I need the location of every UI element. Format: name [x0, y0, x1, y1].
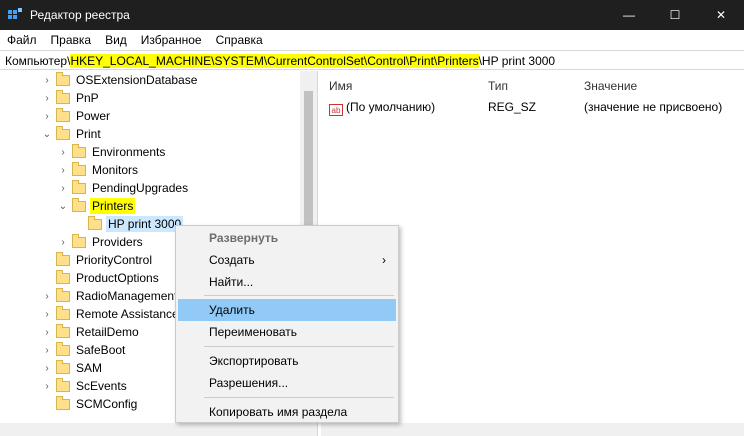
tree-item[interactable]: › OSExtensionDatabase	[40, 71, 199, 89]
folder-icon	[56, 269, 70, 284]
address-suffix: \HP print 3000	[478, 54, 556, 68]
tree-item-printers[interactable]: ⌄ Printers	[56, 197, 136, 215]
folder-icon	[88, 215, 102, 230]
tree-item[interactable]: › SAM	[40, 359, 104, 377]
menu-edit[interactable]: Правка	[44, 30, 99, 50]
expand-icon[interactable]: ›	[40, 107, 54, 125]
menu-favorites[interactable]: Избранное	[134, 30, 209, 50]
tree-item[interactable]: › Monitors	[56, 161, 140, 179]
folder-icon	[56, 287, 70, 302]
menu-view[interactable]: Вид	[98, 30, 134, 50]
folder-icon	[56, 359, 70, 374]
expand-icon[interactable]: ›	[40, 359, 54, 377]
menu-separator	[204, 295, 394, 296]
menu-item-find[interactable]: Найти...	[178, 271, 396, 293]
folder-icon	[72, 233, 86, 248]
folder-icon	[72, 179, 86, 194]
close-button[interactable]: ✕	[698, 0, 744, 30]
title-bar[interactable]: Редактор реестра — ☐ ✕	[0, 0, 744, 30]
tree-item[interactable]: › Providers	[56, 233, 145, 251]
column-header-value[interactable]: Значение	[584, 79, 637, 93]
tree-item[interactable]: ProductOptions	[40, 269, 161, 287]
expand-icon[interactable]: ›	[56, 161, 70, 179]
tree-item[interactable]: › PnP	[40, 89, 101, 107]
tree-item[interactable]: SCMConfig	[40, 395, 139, 413]
menu-item-export[interactable]: Экспортировать	[178, 350, 396, 372]
menu-item-new[interactable]: Создать ›	[178, 249, 396, 271]
expand-icon[interactable]: ›	[40, 341, 54, 359]
tree-item[interactable]: › RadioManagement	[40, 287, 179, 305]
folder-icon	[56, 89, 70, 104]
menu-separator	[204, 346, 394, 347]
folder-icon	[56, 71, 70, 86]
list-item-value: (значение не присвоено)	[584, 100, 723, 114]
menu-item-permissions[interactable]: Разрешения...	[178, 372, 396, 394]
tree-item[interactable]: › SafeBoot	[40, 341, 127, 359]
folder-icon	[72, 161, 86, 176]
address-highlighted: HKEY_LOCAL_MACHINE\SYSTEM\CurrentControl…	[70, 54, 479, 68]
tree-item[interactable]: › Power	[40, 107, 112, 125]
tree-item[interactable]: PriorityControl	[40, 251, 154, 269]
address-prefix: Компьютер\	[5, 54, 71, 68]
collapse-icon[interactable]: ⌄	[56, 197, 70, 215]
menu-item-rename[interactable]: Переименовать	[178, 321, 396, 343]
expand-icon[interactable]: ›	[40, 377, 54, 395]
menu-item-expand: Развернуть	[209, 231, 279, 245]
folder-icon	[56, 305, 70, 320]
tree-item[interactable]: ⌄ Print	[40, 125, 103, 143]
menu-item-copy-key-name[interactable]: Копировать имя раздела	[178, 401, 396, 423]
folder-icon	[56, 377, 70, 392]
column-header-type[interactable]: Тип	[488, 79, 508, 93]
context-menu: Развернуть Создать › Найти... Удалить Пер…	[175, 225, 399, 423]
expand-icon[interactable]: ›	[56, 179, 70, 197]
tree-item[interactable]: › Environments	[56, 143, 167, 161]
menu-item-delete[interactable]: Удалить	[178, 299, 396, 321]
column-header-name[interactable]: Имя	[329, 79, 352, 93]
list-item-type: REG_SZ	[488, 100, 537, 114]
tree-item-hp-print-3000[interactable]: HP print 3000	[72, 215, 184, 233]
folder-icon	[56, 395, 70, 410]
tree-item[interactable]: › PendingUpgrades	[56, 179, 190, 197]
folder-icon	[56, 107, 70, 122]
maximize-button[interactable]: ☐	[652, 0, 698, 30]
registry-editor-icon	[8, 8, 22, 19]
expand-icon[interactable]: ›	[40, 89, 54, 107]
expand-icon[interactable]: ›	[40, 323, 54, 341]
maximize-icon: ☐	[669, 8, 681, 22]
menu-separator	[204, 397, 394, 398]
address-path[interactable]: Компьютер\HKEY_LOCAL_MACHINE\SYSTEM\Curr…	[5, 54, 555, 68]
tree-item[interactable]: › RetailDemo	[40, 323, 141, 341]
chevron-right-icon: ›	[382, 253, 386, 267]
folder-icon	[56, 323, 70, 338]
minimize-button[interactable]: —	[606, 0, 652, 30]
minimize-icon: —	[623, 8, 635, 22]
tree-item[interactable]: › Remote Assistance	[40, 305, 181, 323]
close-icon: ✕	[715, 8, 727, 22]
string-value-icon: ab	[329, 104, 343, 116]
window-title: Редактор реестра	[30, 8, 130, 22]
tree-horizontal-scrollbar[interactable]	[0, 423, 317, 436]
menu-file[interactable]: Файл	[0, 30, 44, 50]
folder-icon	[56, 125, 70, 140]
folder-icon	[56, 341, 70, 356]
expand-icon[interactable]: ›	[56, 143, 70, 161]
expand-icon[interactable]: ›	[40, 71, 54, 89]
folder-icon	[56, 251, 70, 266]
folder-icon	[72, 197, 86, 212]
menu-help[interactable]: Справка	[209, 30, 270, 50]
tree-item[interactable]: › ScEvents	[40, 377, 129, 395]
expand-icon[interactable]: ›	[40, 305, 54, 323]
menu-bar: Файл Правка Вид Избранное Справка	[0, 30, 744, 50]
address-bar[interactable]: Компьютер\HKEY_LOCAL_MACHINE\SYSTEM\Curr…	[0, 50, 744, 70]
folder-icon	[72, 143, 86, 158]
expand-icon[interactable]: ›	[40, 287, 54, 305]
collapse-icon[interactable]: ⌄	[40, 125, 54, 143]
expand-icon[interactable]: ›	[56, 233, 70, 251]
list-horizontal-scrollbar[interactable]	[321, 423, 744, 436]
list-item-name[interactable]: ab (По умолчанию)	[329, 100, 435, 116]
